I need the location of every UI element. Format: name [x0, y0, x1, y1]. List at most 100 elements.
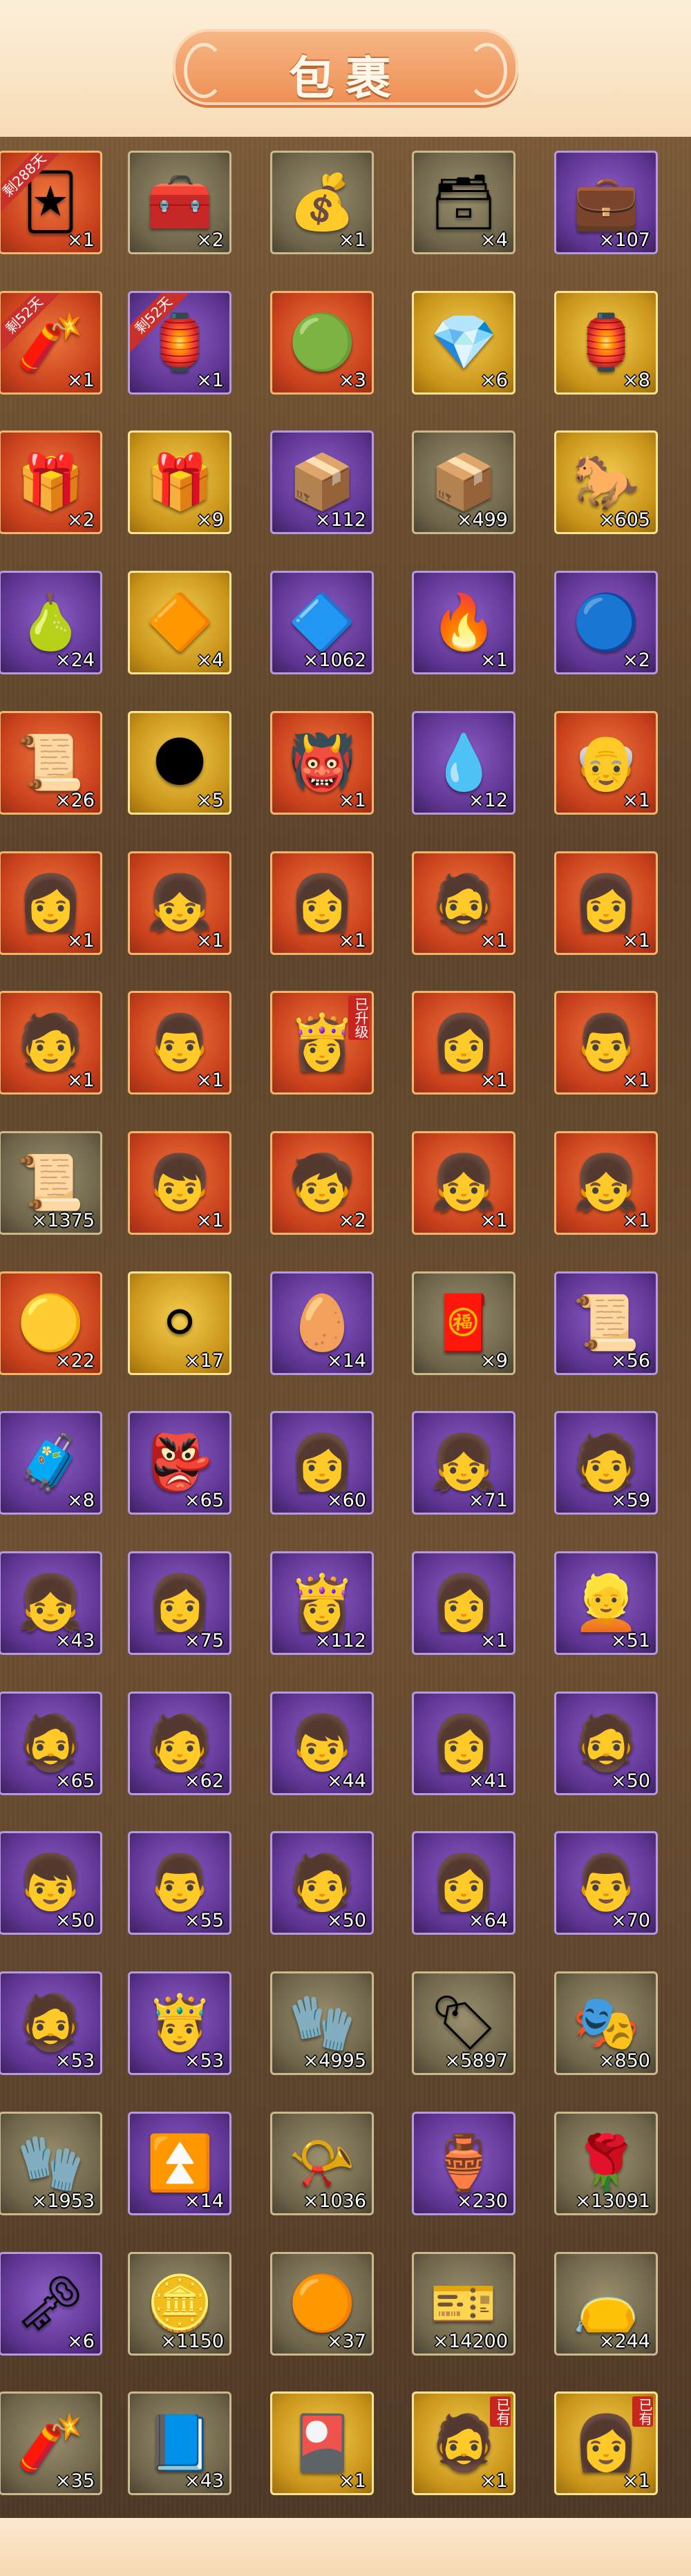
inventory-slot[interactable]: 👩 已有 ×1 [554, 2392, 658, 2495]
inventory-slot[interactable]: 🧧 ×9 [412, 1271, 515, 1375]
inventory-slot[interactable]: 👨 ×1 [554, 991, 658, 1095]
inventory-slot[interactable]: 🧳 ×8 [0, 1411, 102, 1515]
inventory-slot[interactable]: 👧 ×1 [128, 851, 231, 955]
item-count: ×1 [196, 370, 224, 391]
inventory-slot[interactable]: 👨 ×70 [554, 1831, 658, 1935]
item-count: ×112 [314, 1630, 366, 1651]
inventory-slot[interactable]: 🍐 ×24 [0, 571, 102, 674]
inventory-slot[interactable]: 👩 ×1 [554, 851, 658, 955]
inventory-slot[interactable]: 🔵 ×2 [554, 571, 658, 674]
inventory-slot[interactable]: 🔶 ×4 [128, 571, 231, 674]
item-count: ×37 [327, 2331, 366, 2352]
inventory-slot[interactable]: 👸 已升级 [270, 991, 374, 1095]
inventory-slot[interactable]: 🏷 ×5897 [412, 1971, 515, 2075]
inventory-slot[interactable]: 🧨 剩52天 ×1 [0, 291, 102, 395]
inventory-slot[interactable]: 📘 ×43 [128, 2392, 231, 2495]
inventory-slot[interactable]: 👺 ×65 [128, 1411, 231, 1515]
gauntlet-icon: 🧤 [17, 2132, 84, 2195]
inventory-slot[interactable]: ⏫ ×14 [128, 2112, 231, 2215]
inventory-slot[interactable]: 🐎 ×605 [554, 430, 658, 534]
inventory-slot[interactable]: 👧 ×1 [554, 1131, 658, 1235]
inventory-slot[interactable]: 🌑 ×5 [128, 711, 231, 815]
inventory-slot[interactable]: 📜 ×26 [0, 711, 102, 815]
inventory-slot[interactable]: 👦 ×1 [128, 1131, 231, 1235]
inventory-slot[interactable]: 🧑 ×1 [0, 991, 102, 1095]
inventory-slot[interactable]: 🧔 ×1 [412, 851, 515, 955]
inventory-slot[interactable]: 👩 ×1 [412, 1551, 515, 1655]
inventory-slot[interactable]: 🧤 ×4995 [270, 1971, 374, 2075]
inventory-slot[interactable]: 👱 ×51 [554, 1551, 658, 1655]
inventory-slot[interactable]: 👦 ×44 [270, 1692, 374, 1795]
inventory-slot[interactable]: 🎴 ×1 [270, 2392, 374, 2495]
inventory-slot[interactable]: 👨 ×1 [128, 991, 231, 1095]
inventory-panel[interactable]: 🃏 剩288天 ×1 🧰 ×2 💰 ×1 🗃 ×4 💼 ×107 🧨 剩52天 ×1 🏮 剩52天 ×1 🟢 ×3 💎… [0, 137, 691, 2518]
inventory-slot[interactable]: 🌹 ×13091 [554, 2112, 658, 2215]
inventory-slot[interactable]: 👩 ×1 [412, 991, 515, 1095]
inventory-slot[interactable]: 📦 ×499 [412, 430, 515, 534]
inventory-slot[interactable]: 🗝 ×6 [0, 2252, 102, 2356]
inventory-slot[interactable]: 👸 ×112 [270, 1551, 374, 1655]
inventory-slot[interactable]: 🧨 ×35 [0, 2392, 102, 2495]
item-count: ×1 [623, 1070, 650, 1091]
inventory-slot[interactable]: 🤴 ×53 [128, 1971, 231, 2075]
inventory-slot[interactable]: 🧔 ×53 [0, 1971, 102, 2075]
inventory-slot[interactable]: 🧒 ×2 [270, 1131, 374, 1235]
inventory-slot[interactable]: 🧔 ×65 [0, 1692, 102, 1795]
inventory-slot[interactable]: 👩 ×75 [128, 1551, 231, 1655]
hero-shard-icon: 👩 [430, 1712, 498, 1774]
inventory-slot[interactable]: 🧔 ×50 [554, 1692, 658, 1795]
inventory-slot[interactable]: 🃏 剩288天 ×1 [0, 151, 102, 254]
inventory-slot[interactable]: 🪙 ×1150 [128, 2252, 231, 2356]
inventory-slot[interactable]: 👩 ×1 [270, 851, 374, 955]
hero-shard-icon: 👦 [288, 1712, 356, 1774]
inventory-slot[interactable]: 👩 ×1 [0, 851, 102, 955]
inventory-slot[interactable]: 🧑 ×62 [128, 1692, 231, 1795]
inventory-slot[interactable]: 🎁 ×2 [0, 430, 102, 534]
inventory-slot[interactable]: 🎭 ×850 [554, 1971, 658, 2075]
inventory-slot[interactable]: 🧔 已有 ×1 [412, 2392, 515, 2495]
jade-tag-icon: 🏷 [429, 1992, 498, 2054]
inventory-slot[interactable]: 📜 ×56 [554, 1271, 658, 1375]
inventory-slot[interactable]: 🔥 ×1 [412, 571, 515, 674]
inventory-slot[interactable]: 👨 ×55 [128, 1831, 231, 1935]
item-count: ×2 [67, 509, 95, 531]
inventory-slot[interactable]: 👧 ×1 [412, 1131, 515, 1235]
inventory-slot[interactable]: 👧 ×43 [0, 1551, 102, 1655]
inventory-slot[interactable]: ⚪ ×17 [128, 1271, 231, 1375]
inventory-slot[interactable]: 🗃 ×4 [412, 151, 515, 254]
inventory-slot[interactable]: 🧑 ×59 [554, 1411, 658, 1515]
inventory-slot[interactable]: 🎫 ×14200 [412, 2252, 515, 2356]
swirl-ornament-icon [467, 43, 507, 98]
inventory-slot[interactable]: 👩 ×41 [412, 1692, 515, 1795]
inventory-slot[interactable]: 👦 ×50 [0, 1831, 102, 1935]
inventory-slot[interactable]: 💼 ×107 [554, 151, 658, 254]
inventory-slot[interactable]: 👹 ×1 [270, 711, 374, 815]
inventory-slot[interactable]: 🟠 ×37 [270, 2252, 374, 2356]
inventory-slot[interactable]: 👴 ×1 [554, 711, 658, 815]
inventory-slot[interactable]: 🥚 ×14 [270, 1271, 374, 1375]
item-count: ×3 [339, 370, 366, 391]
inventory-slot[interactable]: 👩 ×60 [270, 1411, 374, 1515]
inventory-slot[interactable]: 💰 ×1 [270, 151, 374, 254]
inventory-slot[interactable]: 🧰 ×2 [128, 151, 231, 254]
inventory-slot[interactable]: 🏮 ×8 [554, 291, 658, 395]
inventory-slot[interactable]: 🔷 ×1062 [270, 571, 374, 674]
inventory-slot[interactable]: 💎 ×6 [412, 291, 515, 395]
inventory-slot[interactable]: 🟢 ×3 [270, 291, 374, 395]
inventory-slot[interactable]: 👩 ×64 [412, 1831, 515, 1935]
inventory-slot[interactable]: 💧 ×12 [412, 711, 515, 815]
inventory-slot[interactable]: 👧 ×71 [412, 1411, 515, 1515]
inventory-slot[interactable]: 🟡 ×22 [0, 1271, 102, 1375]
inventory-slot[interactable]: 🎁 ×9 [128, 430, 231, 534]
blue-crystal-icon: 💎 [430, 312, 498, 374]
inventory-slot[interactable]: 👝 ×244 [554, 2252, 658, 2356]
inventory-slot[interactable]: 🧑 ×50 [270, 1831, 374, 1935]
inventory-slot[interactable]: 📦 ×112 [270, 430, 374, 534]
inventory-slot[interactable]: 🧤 ×1953 [0, 2112, 102, 2215]
inventory-slot[interactable]: 🏮 剩52天 ×1 [128, 291, 231, 395]
inventory-slot[interactable]: 📯 ×1036 [270, 2112, 374, 2215]
inventory-slot[interactable]: 🏺 ×230 [412, 2112, 515, 2215]
hero-shard-icon: 🧑 [288, 1852, 356, 1914]
item-count: ×50 [55, 1910, 95, 1931]
inventory-slot[interactable]: 📜 ×1375 [0, 1131, 102, 1235]
